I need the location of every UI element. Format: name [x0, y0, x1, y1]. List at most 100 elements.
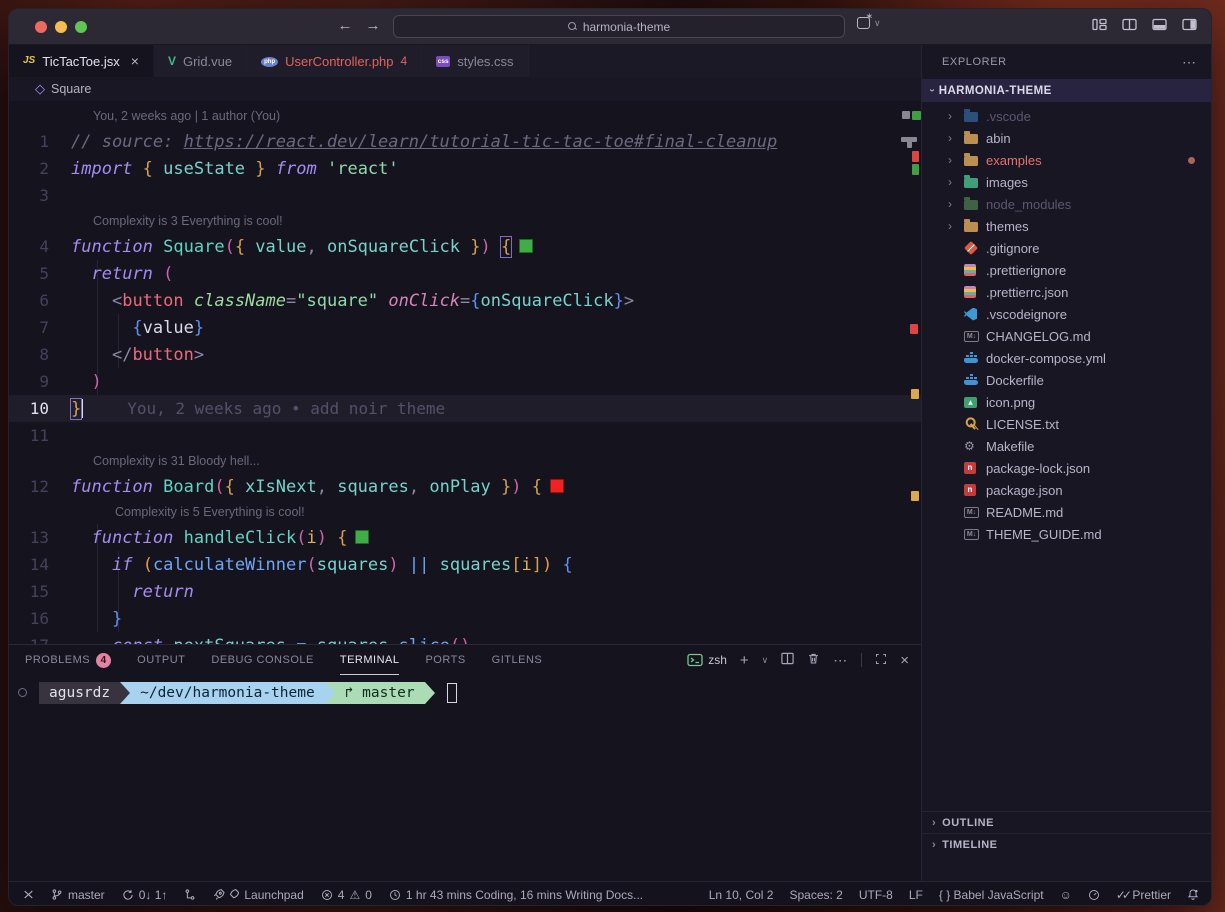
line-number[interactable]: 11 — [9, 422, 71, 449]
kill-terminal-icon[interactable] — [807, 652, 820, 668]
section-OUTLINE[interactable]: › OUTLINE — [922, 811, 1211, 833]
panel-tab-OUTPUT[interactable]: OUTPUT — [137, 645, 185, 675]
close-window-button[interactable] — [35, 21, 47, 33]
line-number[interactable]: 8 — [9, 341, 71, 368]
code-time[interactable]: 1 hr 43 mins Coding, 16 mins Writing Doc… — [389, 888, 643, 902]
explorer-item-README.md[interactable]: M↓ README.md — [922, 501, 1211, 523]
notifications[interactable] — [1187, 888, 1199, 901]
codelens[interactable]: Complexity is 3 Everything is cool! — [9, 209, 921, 233]
explorer-item-package.json[interactable]: n package.json — [922, 479, 1211, 501]
line-number[interactable]: 7 — [9, 314, 71, 341]
explorer-item-.prettierignore[interactable]: .prettierignore — [922, 259, 1211, 281]
panel-tab-DEBUG CONSOLE[interactable]: DEBUG CONSOLE — [211, 645, 313, 675]
toggle-panel-icon[interactable] — [1152, 18, 1167, 31]
line-number[interactable]: 14 — [9, 551, 71, 578]
cursor-position[interactable]: Ln 10, Col 2 — [709, 888, 774, 902]
problems-summary[interactable]: 4 ⚠ 0 — [321, 888, 372, 902]
text-cursor — [81, 399, 84, 418]
split-terminal-icon[interactable] — [781, 652, 794, 668]
terminal-dropdown-icon[interactable]: ∨ — [762, 655, 769, 666]
explorer-item-LICENSE.txt[interactable]: LICENSE.txt — [922, 413, 1211, 435]
language-mode[interactable]: { } Babel JavaScript — [939, 888, 1044, 902]
js-icon: JS — [23, 55, 36, 66]
explorer-item-abin[interactable]: › abin — [922, 127, 1211, 149]
line-number[interactable]: 16 — [9, 605, 71, 632]
editor-tab-TicTacToe.jsx[interactable]: JS TicTacToe.jsx × — [9, 45, 154, 77]
feedback[interactable]: ☺ — [1060, 888, 1072, 902]
explorer-item-icon.png[interactable]: ▲ icon.png — [922, 391, 1211, 413]
line-number[interactable]: 15 — [9, 578, 71, 605]
git-branch[interactable]: master — [51, 888, 105, 902]
file-name: .vscodeignore — [986, 306, 1067, 322]
line-number[interactable]: 6 — [9, 287, 71, 314]
formatter[interactable]: ✓✓ Prettier — [1116, 888, 1171, 902]
explorer-item-themes[interactable]: › themes — [922, 215, 1211, 237]
vscode-window: ← → harmonia-theme ∨ — [8, 8, 1212, 906]
panel-tab-TERMINAL[interactable]: TERMINAL — [340, 645, 400, 675]
editor-tab-UserController.php[interactable]: php UserController.php 4 — [247, 45, 423, 77]
line-number[interactable]: 12 — [9, 473, 71, 500]
terminal-viewport[interactable]: agusrdz ~/dev/harmonia-theme ↱ master — [9, 675, 921, 882]
minimize-window-button[interactable] — [55, 21, 67, 33]
history-back-button[interactable]: ← — [335, 17, 355, 34]
explorer-more-actions-icon[interactable]: ⋯ — [1182, 54, 1197, 71]
maximize-panel-icon[interactable] — [875, 653, 887, 668]
git-sync[interactable]: 0↓ 1↑ — [122, 888, 167, 902]
editor-tab-styles.css[interactable]: css styles.css — [422, 45, 529, 77]
remote[interactable] — [23, 889, 34, 900]
line-number[interactable]: 3 — [9, 182, 71, 209]
toggle-secondary-sidebar-icon[interactable] — [1182, 18, 1197, 31]
line-number[interactable]: 13 — [9, 524, 71, 551]
close-panel-icon[interactable]: × — [900, 652, 909, 669]
gitlens[interactable] — [184, 888, 196, 901]
panel-more-actions-icon[interactable]: ⋯ — [833, 652, 848, 669]
explorer-item-examples[interactable]: › examples — [922, 149, 1211, 171]
indentation[interactable]: Spaces: 2 — [789, 888, 842, 902]
explorer-item-.vscode[interactable]: › .vscode — [922, 105, 1211, 127]
panel-tab-PORTS[interactable]: PORTS — [425, 645, 465, 675]
prompt-path: ~/dev/harmonia-theme — [130, 682, 325, 704]
zoom-window-button[interactable] — [75, 21, 87, 33]
explorer-item-THEME_GUIDE.md[interactable]: M↓ THEME_GUIDE.md — [922, 523, 1211, 545]
terminal-instance[interactable]: zsh — [687, 653, 727, 667]
launchpad[interactable]: Launchpad — [213, 888, 304, 902]
explorer-item-docker-compose.yml[interactable]: docker-compose.yml — [922, 347, 1211, 369]
explorer-item-.gitignore[interactable]: .gitignore — [922, 237, 1211, 259]
panel-tab-GITLENS[interactable]: GITLENS — [492, 645, 543, 675]
explorer-item-.prettierrc.json[interactable]: .prettierrc.json — [922, 281, 1211, 303]
explorer-item-Makefile[interactable]: ⚙ Makefile — [922, 435, 1211, 457]
history-forward-button[interactable]: → — [363, 17, 383, 34]
editor-tab-Grid.vue[interactable]: V Grid.vue — [153, 45, 248, 77]
runner[interactable] — [1088, 889, 1100, 901]
explorer-item-images[interactable]: › images — [922, 171, 1211, 193]
explorer-root-folder[interactable]: › HARMONIA-THEME — [922, 79, 1211, 102]
eol[interactable]: LF — [909, 888, 923, 902]
close-tab-icon[interactable]: × — [131, 53, 139, 69]
line-number[interactable]: 17 — [9, 632, 71, 644]
copilot-menu[interactable]: ∨ — [857, 11, 881, 29]
line-number[interactable]: 1 — [9, 128, 71, 155]
codelens[interactable]: Complexity is 31 Bloody hell... — [9, 449, 921, 473]
toggle-primary-sidebar-icon[interactable] — [1122, 18, 1137, 31]
line-number[interactable]: 5 — [9, 260, 71, 287]
explorer-item-Dockerfile[interactable]: Dockerfile — [922, 369, 1211, 391]
code-editor[interactable]: You, 2 weeks ago | 1 author (You) 1// sou… — [9, 101, 921, 644]
codelens[interactable]: You, 2 weeks ago | 1 author (You) — [9, 104, 921, 128]
new-terminal-icon[interactable]: + — [740, 652, 749, 669]
explorer-item-package-lock.json[interactable]: n package-lock.json — [922, 457, 1211, 479]
customize-layout-icon[interactable] — [1092, 18, 1107, 31]
explorer-item-CHANGELOG.md[interactable]: M↓ CHANGELOG.md — [922, 325, 1211, 347]
problems-badge: 4 — [96, 652, 112, 668]
explorer-item-.vscodeignore[interactable]: .vscodeignore — [922, 303, 1211, 325]
section-TIMELINE[interactable]: › TIMELINE — [922, 833, 1211, 855]
command-center-search[interactable]: harmonia-theme — [393, 15, 845, 38]
breadcrumb[interactable]: ◇ Square — [9, 77, 921, 101]
line-number[interactable]: 4 — [9, 233, 71, 260]
encoding[interactable]: UTF-8 — [859, 888, 893, 902]
codelens[interactable]: Complexity is 5 Everything is cool! — [9, 500, 921, 524]
panel-tab-PROBLEMS[interactable]: PROBLEMS 4 — [25, 645, 112, 675]
explorer-item-node_modules[interactable]: › node_modules — [922, 193, 1211, 215]
line-number[interactable]: 10 — [9, 395, 71, 422]
line-number[interactable]: 2 — [9, 155, 71, 182]
line-number[interactable]: 9 — [9, 368, 71, 395]
